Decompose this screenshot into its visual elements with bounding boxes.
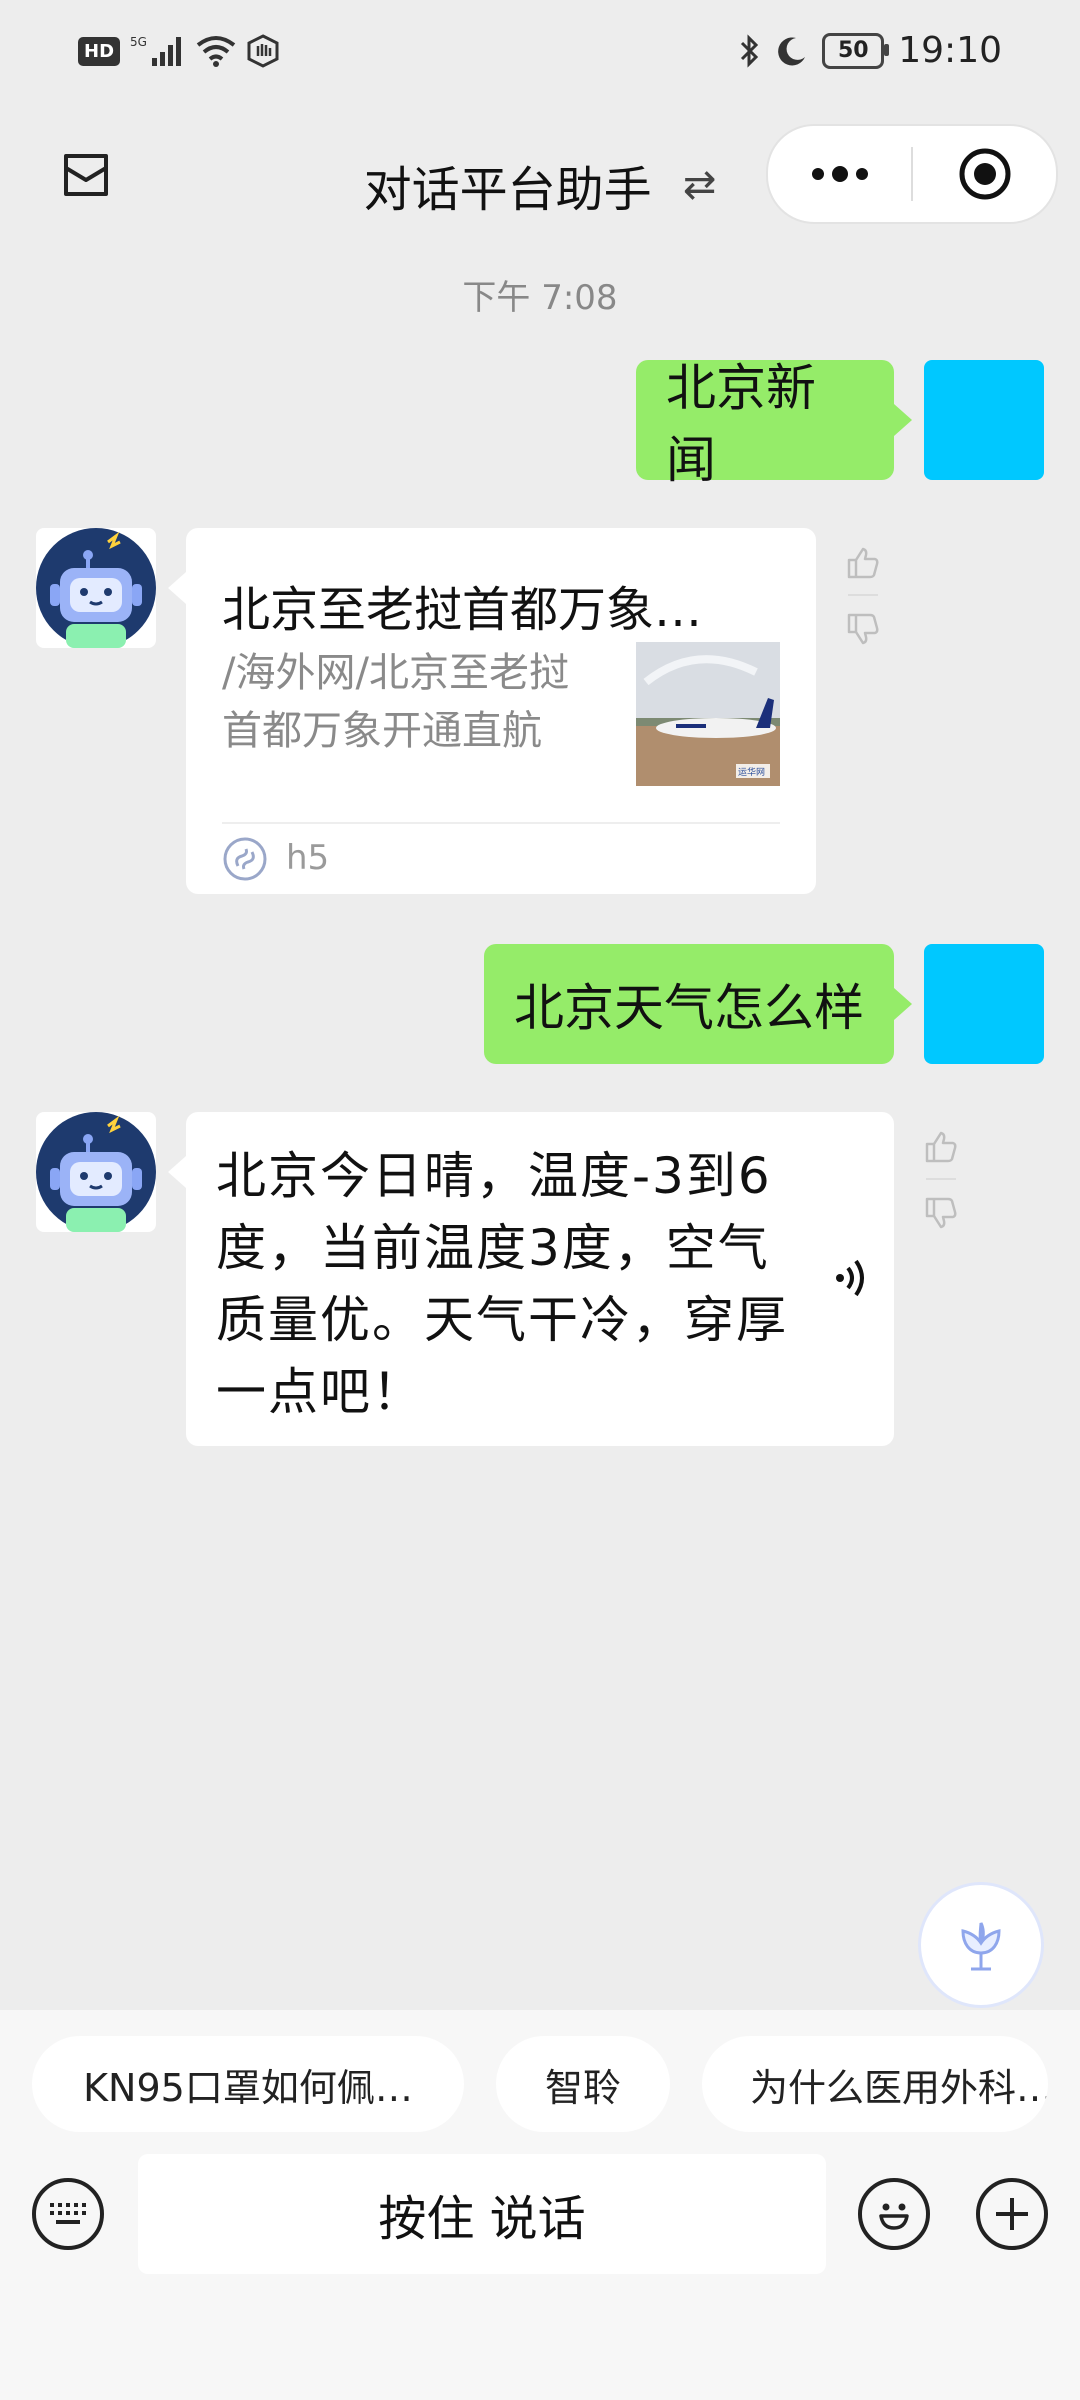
switch-icon[interactable]: ⇄ [683,162,717,208]
chat-timestamp: 下午 7:08 [462,278,618,318]
floating-assistant-button[interactable] [918,1882,1044,2008]
plus-icon [996,2198,1028,2230]
thumbs-up-icon[interactable] [924,1130,958,1164]
more-actions-button[interactable] [976,2178,1048,2250]
flower-icon [961,1922,1001,1971]
hold-to-talk-button[interactable]: 按住 说话 [138,2154,826,2274]
feedback-divider [848,594,878,596]
keyboard-icon [50,2203,86,2224]
clock: 19:10 [898,30,1002,71]
thumb-watermark: 运华网 [738,766,765,778]
bot-text-bubble[interactable]: 北京今日晴，温度-3到6 度，当前温度3度，空气 质量优。天气干冷，穿厚 一点吧… [168,1112,894,1446]
reply-line: 北京今日晴，温度-3到6 [216,1147,772,1205]
page-title-text: 对话平台助手 [363,162,652,218]
svg-text:5G: 5G [130,35,147,49]
hand-icon [247,34,279,68]
voice-play-icon[interactable] [834,1256,874,1300]
5g-signal-icon: 5G [130,35,182,66]
thumbs-down-icon[interactable] [924,1196,958,1230]
feedback-divider [926,1178,956,1180]
message-text: 北京新闻 [666,359,816,489]
news-thumbnail: 运华网 [636,642,780,786]
robot-avatar-icon [36,528,156,648]
emoji-button[interactable] [858,2178,930,2250]
news-desc-line-1: /海外网/北京至老挝 [222,650,569,696]
mini-program-link-icon [223,837,267,881]
thumbs-down-icon[interactable] [846,612,880,646]
wifi-icon [196,36,236,67]
user-avatar[interactable] [924,360,1044,480]
news-card[interactable]: 北京至老挝首都万象… /海外网/北京至老挝 首都万象开通直航 运华网 h5 [168,528,816,894]
bluetooth-icon [741,33,759,68]
status-bar: HD 5G 50 19:10 [0,0,1080,100]
more-dots-icon [811,166,868,182]
smiley-icon [879,2203,909,2230]
suggestion-chip[interactable]: 为什么医用外科… [702,2036,1048,2132]
reply-line: 度，当前温度3度，空气 [216,1219,770,1277]
news-description: /海外网/北京至老挝 首都万象开通直航 [222,644,612,760]
message-text: 北京天气怎么样 [514,979,864,1037]
thumbs-up-icon[interactable] [846,546,880,580]
battery-level: 50 [837,38,869,63]
status-right: 50 19:10 [738,30,1002,71]
reply-line: 一点吧！ [216,1363,424,1421]
card-source-label: h5 [286,838,330,878]
news-desc-line-2: 首都万象开通直航 [222,708,542,754]
robot-avatar-icon [36,1112,156,1232]
news-title: 北京至老挝首都万象… [222,582,703,638]
status-left-icons: HD 5G [78,34,280,68]
mini-program-capsule [766,124,1058,224]
bot-reply-text: 北京今日晴，温度-3到6 度，当前温度3度，空气 质量优。天气干冷，穿厚 一点吧… [216,1140,816,1428]
suggestion-chip[interactable]: 智聆 [496,2036,670,2132]
user-message-bubble[interactable]: 北京新闻 [636,359,912,489]
keyboard-button[interactable] [32,2178,104,2250]
target-close-icon [959,148,1010,200]
airplane-image: 运华网 [636,642,780,786]
suggestion-chip[interactable]: KN95口罩如何佩… [32,2036,464,2132]
reply-line: 质量优。天气干冷，穿厚 [216,1291,788,1349]
card-divider [222,822,780,824]
close-button[interactable] [913,126,1056,222]
more-button[interactable] [768,126,911,222]
bot-avatar[interactable] [36,528,156,648]
battery-icon: 50 [822,32,890,69]
user-avatar[interactable] [924,944,1044,1064]
moon-icon [778,36,806,65]
user-message-bubble[interactable]: 北京天气怎么样 [484,944,912,1064]
bot-avatar[interactable] [36,1112,156,1232]
hd-icon: HD [78,36,121,66]
